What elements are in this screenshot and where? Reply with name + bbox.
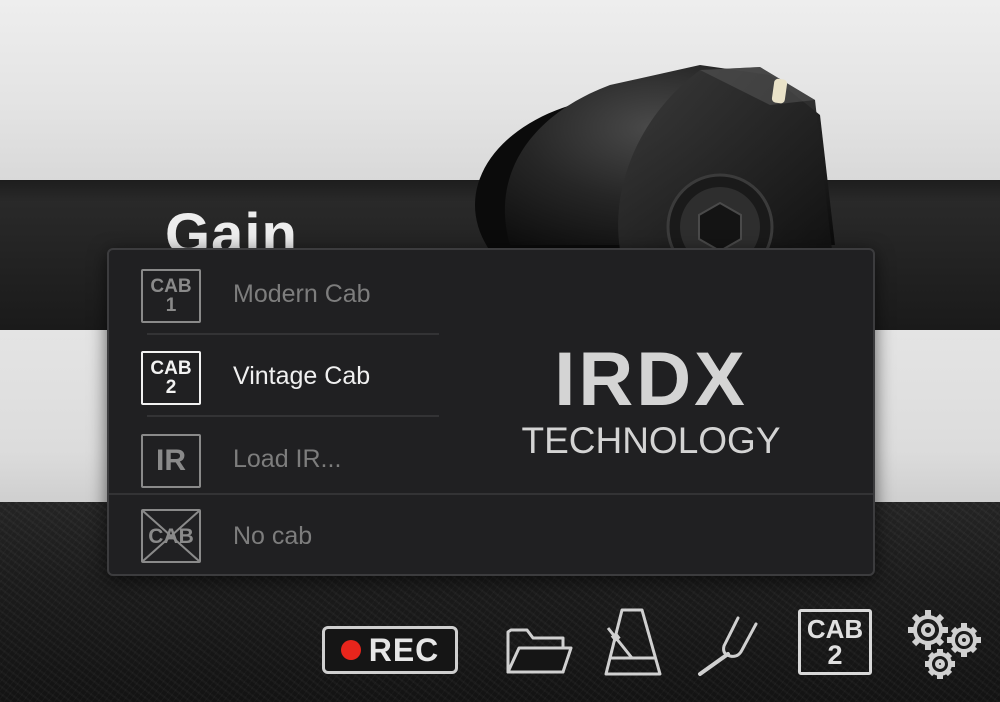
- folder-icon[interactable]: [505, 622, 573, 676]
- cab-selector-button[interactable]: CAB 2: [798, 609, 872, 675]
- record-label: REC: [368, 631, 440, 668]
- irdx-technology-logo: IRDX TECHNOLOGY: [511, 337, 791, 461]
- metronome-icon[interactable]: [600, 606, 666, 678]
- cab-button-number: 2: [827, 639, 843, 670]
- cab-1-icon: CAB 1: [141, 269, 201, 323]
- menu-item-no-cab[interactable]: CAB No cab: [109, 508, 469, 568]
- menu-divider: [147, 415, 439, 417]
- menu-item-vintage-cab[interactable]: CAB 2 Vintage Cab: [109, 348, 469, 408]
- cab-1-icon-text: CAB: [150, 276, 192, 297]
- cab-2-icon: CAB 2: [141, 351, 201, 405]
- menu-divider-full: [109, 493, 873, 495]
- cab-1-icon-number: 1: [165, 295, 177, 316]
- load-ir-label: Load IR...: [233, 445, 342, 473]
- no-cab-label: No cab: [233, 522, 313, 550]
- ir-icon: IR: [141, 434, 201, 488]
- gain-knob[interactable]: [470, 55, 850, 255]
- cab-selector-menu: CAB 1 Modern Cab CAB 2 Vintage Cab IR Lo…: [107, 248, 875, 576]
- logo-sub-text: TECHNOLOGY: [521, 420, 781, 461]
- menu-item-load-ir[interactable]: IR Load IR...: [109, 431, 469, 491]
- ir-icon-text: IR: [156, 444, 186, 477]
- modern-cab-label: Modern Cab: [233, 280, 371, 308]
- tuning-fork-icon[interactable]: [694, 612, 766, 678]
- settings-gears-icon[interactable]: [898, 604, 988, 684]
- logo-main-text: IRDX: [554, 337, 748, 422]
- record-icon: [340, 640, 361, 660]
- no-cab-icon: CAB: [141, 509, 201, 563]
- cab-2-icon-text: CAB: [150, 358, 192, 379]
- cab-button-text: CAB: [806, 613, 864, 644]
- menu-item-modern-cab[interactable]: CAB 1 Modern Cab: [109, 266, 469, 326]
- cab-2-icon-number: 2: [165, 377, 177, 398]
- menu-divider: [147, 333, 439, 335]
- record-button[interactable]: REC: [322, 626, 458, 674]
- cross-out-icon: [143, 511, 199, 561]
- vintage-cab-label: Vintage Cab: [233, 362, 371, 390]
